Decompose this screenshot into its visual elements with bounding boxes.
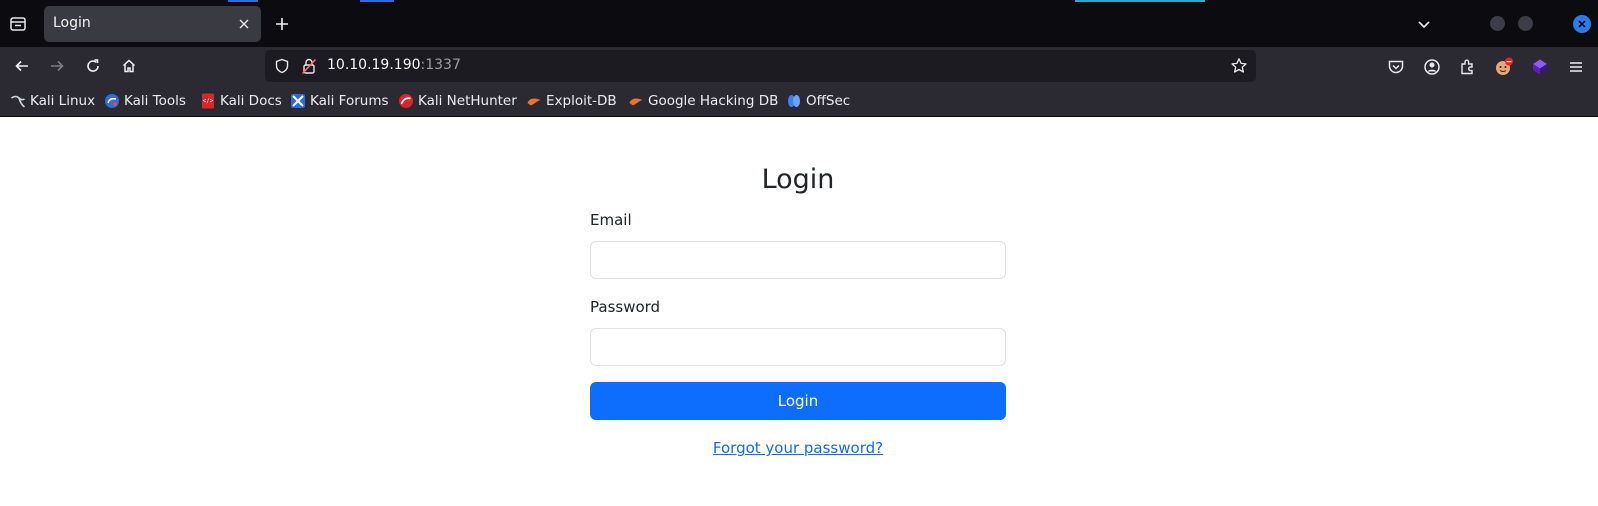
kali-docs-icon: </> bbox=[200, 93, 216, 109]
navigation-toolbar: 10.10.19.190:1337 bbox=[0, 47, 1598, 85]
tab-list-icon[interactable] bbox=[6, 12, 30, 36]
bookmark-kali-tools[interactable]: Kali Tools bbox=[104, 92, 186, 110]
bookmark-label: Kali Tools bbox=[124, 93, 186, 109]
extension-avatar-icon[interactable] bbox=[1493, 56, 1515, 78]
window-close-button[interactable] bbox=[1573, 15, 1591, 33]
bookmark-label: Kali NetHunter bbox=[418, 93, 517, 109]
forward-arrow-icon[interactable] bbox=[45, 54, 69, 78]
bookmarks-toolbar: Kali Linux Kali Tools </> Kali Docs Kali… bbox=[0, 85, 1598, 117]
bookmark-kali-forums[interactable]: Kali Forums bbox=[290, 92, 389, 110]
home-icon[interactable] bbox=[117, 54, 141, 78]
star-icon[interactable] bbox=[1230, 57, 1248, 75]
url-text[interactable]: 10.10.19.190:1337 bbox=[327, 57, 461, 73]
accent-line bbox=[1075, 0, 1205, 2]
nethunter-icon bbox=[398, 93, 414, 109]
exploit-db-icon bbox=[526, 93, 542, 109]
accent-line bbox=[360, 0, 394, 2]
page-title: Login bbox=[761, 164, 835, 195]
bookmark-exploit-db[interactable]: Exploit-DB bbox=[526, 92, 617, 110]
lock-strike-icon[interactable] bbox=[301, 57, 317, 75]
bookmark-label: Kali Docs bbox=[220, 93, 282, 109]
accent-line bbox=[228, 0, 258, 2]
url-bar[interactable]: 10.10.19.190:1337 bbox=[265, 50, 1256, 82]
bookmark-label: Google Hacking DB bbox=[648, 93, 779, 109]
login-button[interactable]: Login bbox=[590, 382, 1006, 420]
password-label: Password bbox=[590, 298, 661, 316]
bookmark-offsec[interactable]: OffSec bbox=[786, 92, 850, 110]
ghdb-icon bbox=[628, 93, 644, 109]
close-icon[interactable] bbox=[235, 15, 253, 33]
extension-cube-icon[interactable] bbox=[1529, 56, 1551, 78]
tab-title: Login bbox=[53, 15, 91, 31]
kali-dragon-icon bbox=[10, 93, 26, 109]
bookmark-label: Kali Linux bbox=[30, 93, 96, 109]
pocket-icon[interactable] bbox=[1385, 56, 1407, 78]
reload-icon[interactable] bbox=[81, 54, 105, 78]
bookmark-kali-linux[interactable]: Kali Linux bbox=[10, 92, 95, 110]
puzzle-icon[interactable] bbox=[1457, 56, 1479, 78]
page-content: Login Email Password Login Forgot your p… bbox=[0, 118, 1598, 506]
bookmark-label: Exploit-DB bbox=[546, 93, 617, 109]
email-label: Email bbox=[590, 211, 632, 229]
chevron-down-icon[interactable] bbox=[1412, 12, 1436, 36]
plus-icon[interactable] bbox=[270, 12, 294, 36]
minimize-button[interactable] bbox=[1490, 16, 1505, 31]
offsec-icon bbox=[786, 93, 802, 109]
account-icon[interactable] bbox=[1421, 56, 1443, 78]
svg-text:</>: </> bbox=[203, 98, 214, 105]
maximize-button[interactable] bbox=[1518, 16, 1533, 31]
back-arrow-icon[interactable] bbox=[10, 54, 34, 78]
tab-strip: Login bbox=[0, 0, 1598, 47]
bookmark-kali-nethunter[interactable]: Kali NetHunter bbox=[398, 92, 517, 110]
bookmark-label: Kali Forums bbox=[310, 93, 389, 109]
forgot-password-link[interactable]: Forgot your password? bbox=[590, 439, 1006, 457]
bookmark-google-hacking-db[interactable]: Google Hacking DB bbox=[628, 92, 778, 110]
url-port: :1337 bbox=[420, 57, 461, 73]
shield-icon[interactable] bbox=[274, 58, 290, 74]
bookmark-kali-docs[interactable]: </> Kali Docs bbox=[200, 92, 282, 110]
kali-tools-icon bbox=[104, 93, 120, 109]
password-field[interactable] bbox=[590, 328, 1006, 366]
bookmark-label: OffSec bbox=[806, 93, 851, 109]
hamburger-menu-icon[interactable] bbox=[1565, 56, 1587, 78]
url-host: 10.10.19.190 bbox=[327, 57, 421, 73]
kali-forums-icon bbox=[290, 93, 306, 109]
email-field[interactable] bbox=[590, 241, 1006, 279]
tab-login[interactable]: Login bbox=[44, 6, 261, 42]
